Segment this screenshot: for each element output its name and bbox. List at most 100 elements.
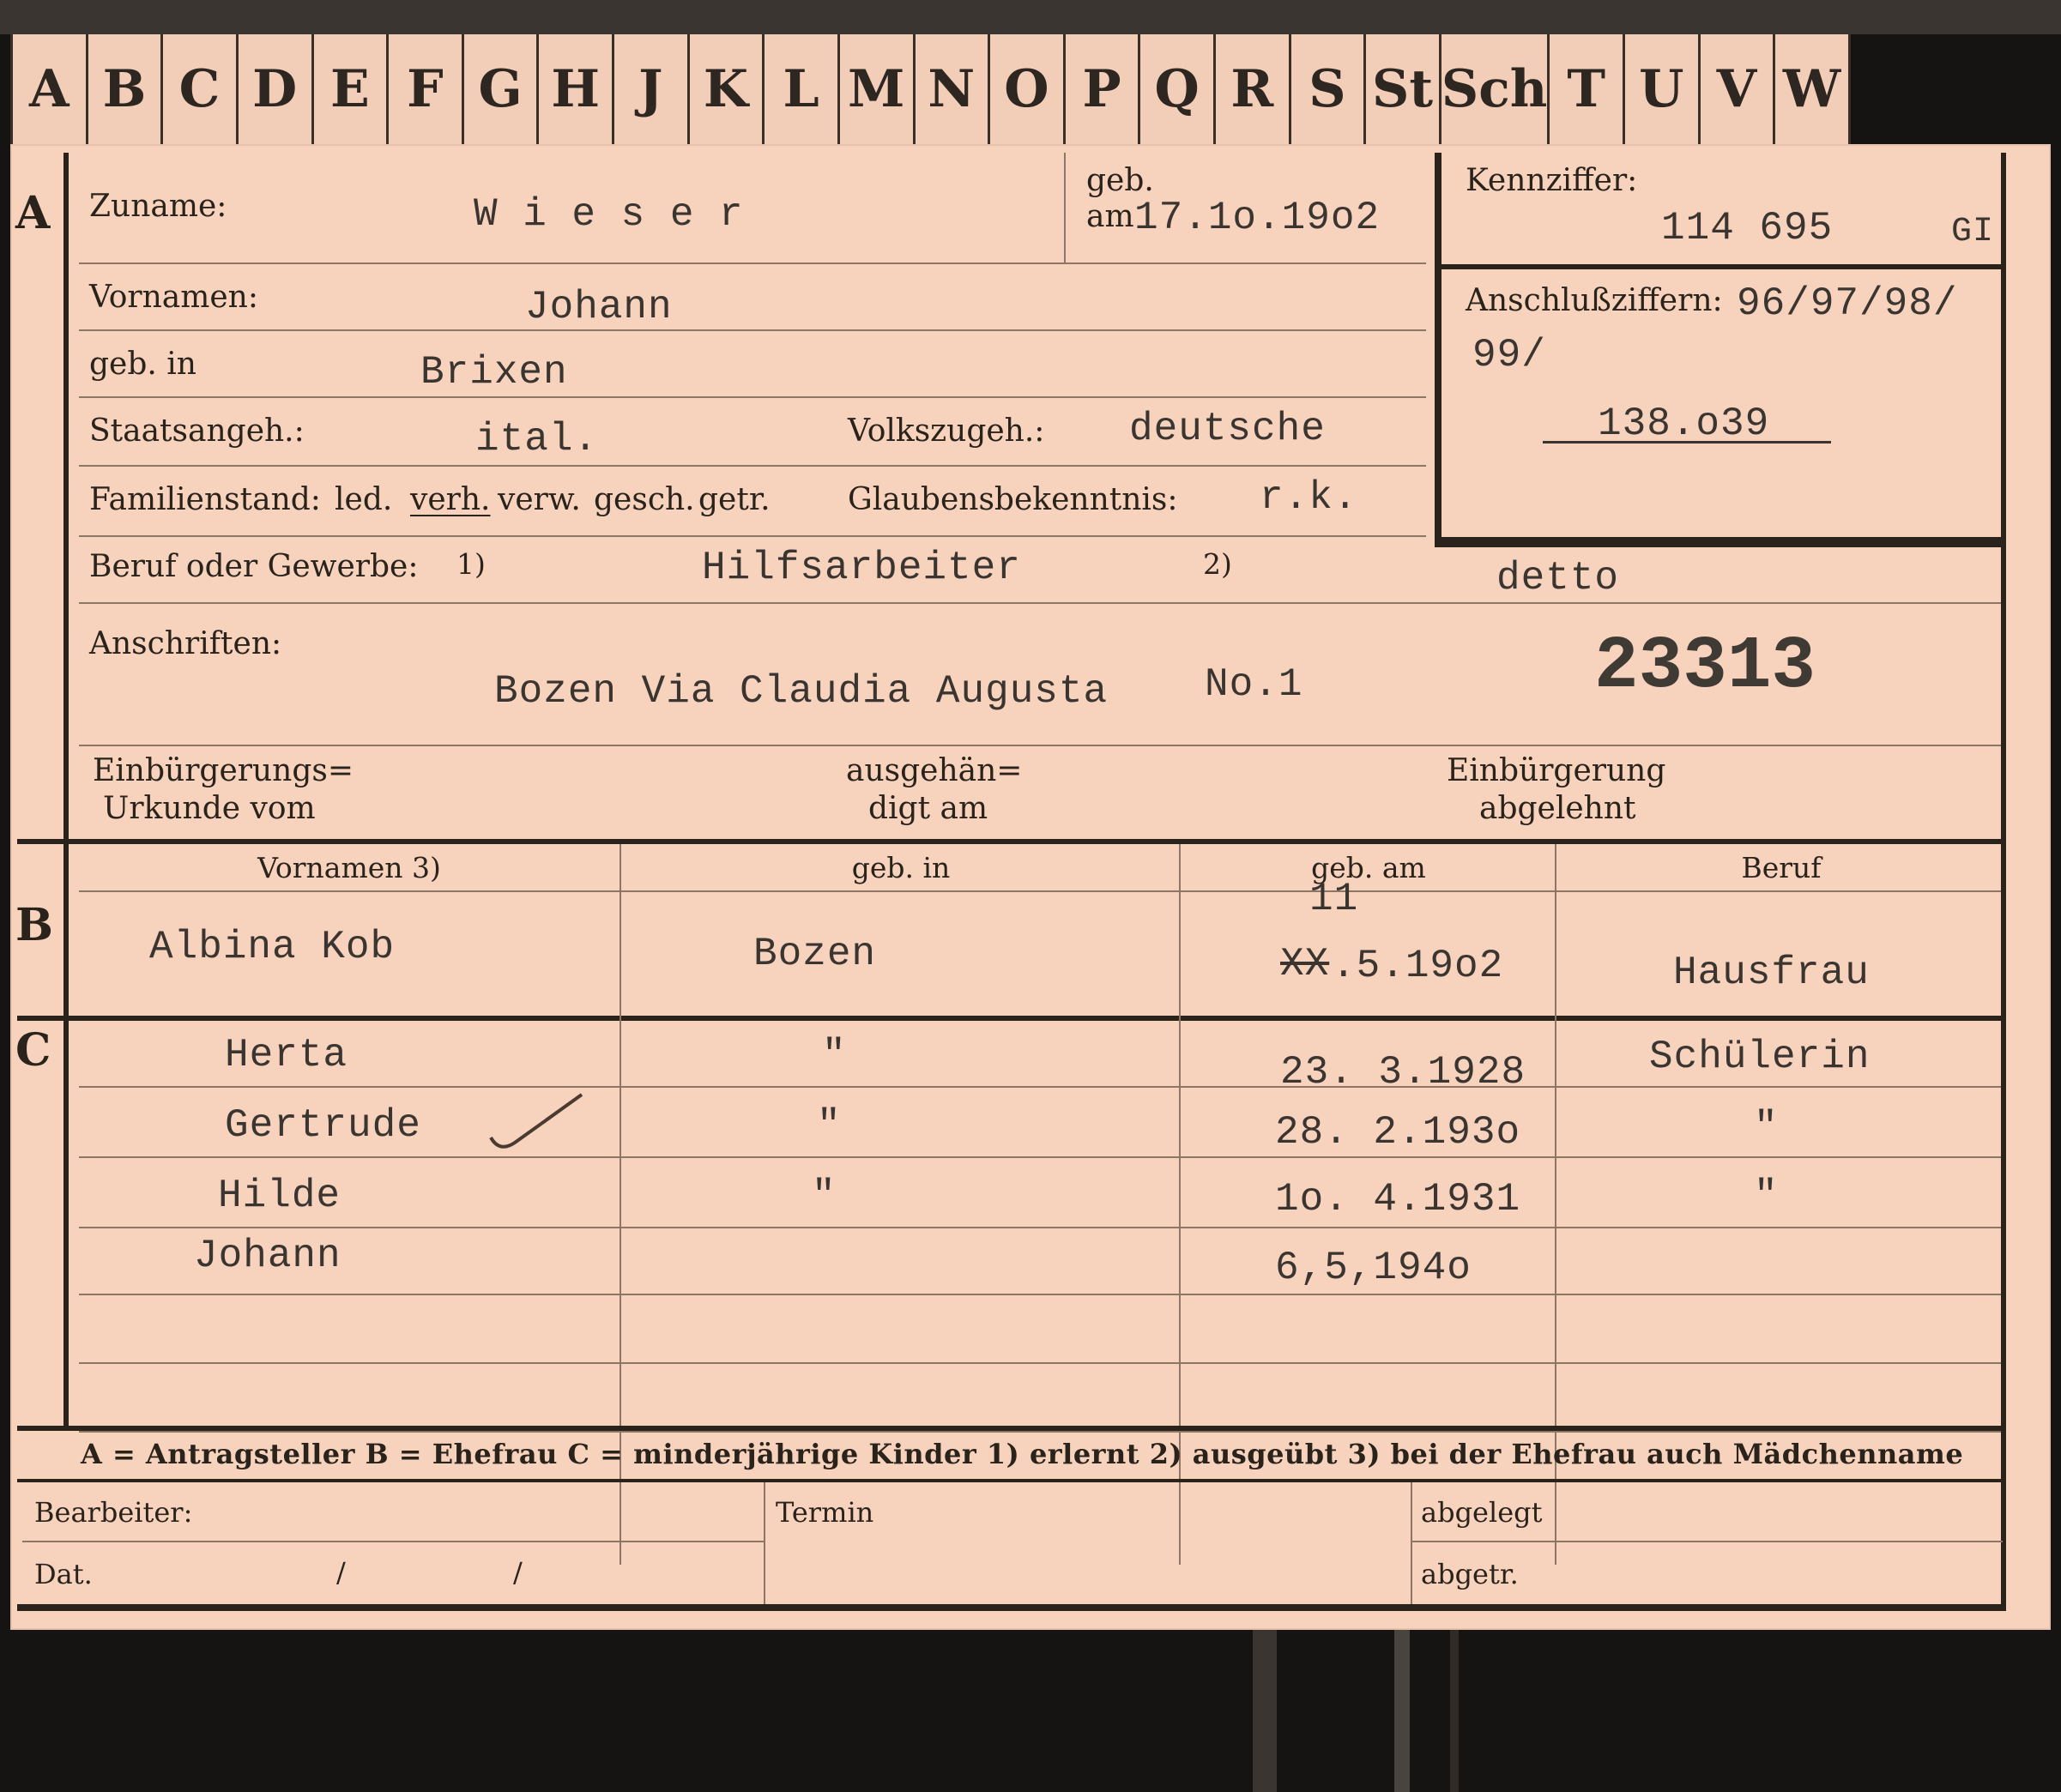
tab-letter-d[interactable]: D xyxy=(239,34,314,144)
anschluss-value-1: 96/97/98/ xyxy=(1737,281,1958,326)
column-header-birthdate: geb. am xyxy=(1311,851,1426,884)
refused-label-2: abgelehnt xyxy=(1479,791,1636,826)
birthplace-value: Brixen xyxy=(420,350,568,395)
occupation-learned: Hilfsarbeiter xyxy=(702,546,1021,590)
row-line xyxy=(22,1541,764,1542)
wife-birthdate-correction: 11 xyxy=(1309,877,1359,921)
child-2-occupation: " xyxy=(1754,1105,1779,1149)
tab-letter-a[interactable]: A xyxy=(10,34,88,144)
row-line xyxy=(79,465,1426,467)
surname-value: W i e s e r xyxy=(474,192,744,237)
row-line xyxy=(79,329,1426,331)
tab-letter-v[interactable]: V xyxy=(1701,34,1776,144)
tab-letter-t[interactable]: T xyxy=(1550,34,1625,144)
divider xyxy=(1064,153,1066,264)
tab-letter-m[interactable]: M xyxy=(840,34,916,144)
check-mark-icon xyxy=(489,1093,583,1149)
tab-letter-w[interactable]: W xyxy=(1775,34,1851,144)
section-a-letter: A xyxy=(15,187,51,239)
ethnicity-value: deutsche xyxy=(1129,407,1326,451)
kennziffer-suffix: GI xyxy=(1951,213,1995,251)
child-2-birthplace: " xyxy=(817,1103,842,1148)
child-3-occupation: " xyxy=(1754,1174,1779,1218)
row-line xyxy=(79,262,1426,264)
tab-letter-p[interactable]: P xyxy=(1066,34,1141,144)
tab-letter-g[interactable]: G xyxy=(464,34,540,144)
wife-birthdate-struck: XX xyxy=(1280,942,1330,987)
occupation-note-1: 1) xyxy=(456,547,486,581)
born-date: 17.1o.19o2 xyxy=(1134,196,1381,240)
legend-border-bottom xyxy=(17,1479,2006,1482)
marital-option-divorced: gesch. xyxy=(594,482,695,517)
birthplace-label: geb. in xyxy=(89,347,196,382)
tab-letter-e[interactable]: E xyxy=(314,34,390,144)
anschluss-value-3: 138.o39 xyxy=(1598,401,1770,446)
section-b-letter: B xyxy=(15,899,53,951)
legend-text: A = Antragsteller B = Ehefrau C = minder… xyxy=(81,1438,1964,1470)
address-label: Anschriften: xyxy=(89,626,282,661)
child-1-occupation: Schülerin xyxy=(1649,1035,1871,1079)
row-line xyxy=(79,890,2001,892)
legend-border-top xyxy=(17,1426,2006,1431)
born-label: geb. xyxy=(1086,163,1154,198)
born-label-am: am xyxy=(1086,199,1134,234)
occupation-label: Beruf oder Gewerbe: xyxy=(89,549,419,584)
card-bottom-border xyxy=(17,1604,2006,1611)
stamp-number: 23313 xyxy=(1594,624,1816,709)
marital-option-married-selected: verh. xyxy=(410,482,491,517)
column-divider xyxy=(1411,1482,1412,1611)
section-c-letter: C xyxy=(15,1024,51,1077)
handed-label: ausgehän= xyxy=(846,753,1023,788)
tab-letter-n[interactable]: N xyxy=(916,34,991,144)
tab-letter-o[interactable]: O xyxy=(990,34,1066,144)
tab-letter-f[interactable]: F xyxy=(389,34,464,144)
row-line xyxy=(79,1086,2001,1088)
tab-letter-s[interactable]: S xyxy=(1291,34,1367,144)
kennziffer-divider xyxy=(1441,264,2001,269)
row-line xyxy=(79,1294,2001,1295)
wife-occupation: Hausfrau xyxy=(1673,950,1870,995)
naturalization-label-2: Urkunde vom xyxy=(103,791,316,826)
registration-card: A Zuname: W i e s e r geb. am 17.1o.19o2… xyxy=(10,144,2051,1630)
scan-streak xyxy=(1450,1613,1459,1792)
tab-letter-k[interactable]: K xyxy=(690,34,765,144)
tab-letter-sch[interactable]: Sch xyxy=(1441,34,1550,144)
first-names-value: Johann xyxy=(525,285,673,329)
child-1-name: Herta xyxy=(225,1033,348,1077)
tab-letter-st[interactable]: St xyxy=(1366,34,1441,144)
date-separator: / xyxy=(336,1556,346,1589)
tab-letter-b[interactable]: B xyxy=(88,34,164,144)
child-2-birthdate: 28. 2.193o xyxy=(1275,1110,1521,1155)
child-3-birthplace: " xyxy=(812,1174,837,1218)
child-1-birthdate: 23. 3.1928 xyxy=(1280,1050,1526,1095)
column-header-occupation: Beruf xyxy=(1741,851,1822,884)
occupation-note-2: 2) xyxy=(1203,547,1232,581)
tab-letter-j[interactable]: J xyxy=(614,34,690,144)
section-divider-vertical xyxy=(63,153,69,1431)
tab-letter-q[interactable]: Q xyxy=(1140,34,1216,144)
tab-letter-u[interactable]: U xyxy=(1625,34,1701,144)
tab-letter-c[interactable]: C xyxy=(163,34,239,144)
ethnicity-label: Volkszugeh.: xyxy=(848,413,1045,449)
row-line xyxy=(79,396,1426,398)
child-4-birthdate: 6,5,194o xyxy=(1275,1246,1472,1290)
deadline-label: Termin xyxy=(776,1496,874,1529)
marital-label: Familienstand: xyxy=(89,482,321,517)
tab-letter-r[interactable]: R xyxy=(1216,34,1291,144)
row-line xyxy=(79,602,2001,604)
row-line xyxy=(79,1431,2001,1433)
citizenship-label: Staatsangeh.: xyxy=(89,413,305,449)
wife-birthplace: Bozen xyxy=(753,932,877,976)
filed-label: abgelegt xyxy=(1421,1496,1543,1529)
child-1-birthplace: " xyxy=(822,1033,847,1077)
row-line xyxy=(79,535,1426,537)
religion-label: Glaubensbekenntnis: xyxy=(848,482,1178,517)
scan-streak xyxy=(1253,1613,1277,1792)
tab-letter-h[interactable]: H xyxy=(539,34,614,144)
row-line xyxy=(1411,1541,2003,1542)
marital-option-widowed: verw. xyxy=(498,482,581,517)
child-3-birthdate: 1o. 4.1931 xyxy=(1275,1177,1521,1222)
tab-letter-l[interactable]: L xyxy=(765,34,840,144)
section-b-border xyxy=(17,839,2006,844)
occupation-practiced: detto xyxy=(1496,556,1620,600)
